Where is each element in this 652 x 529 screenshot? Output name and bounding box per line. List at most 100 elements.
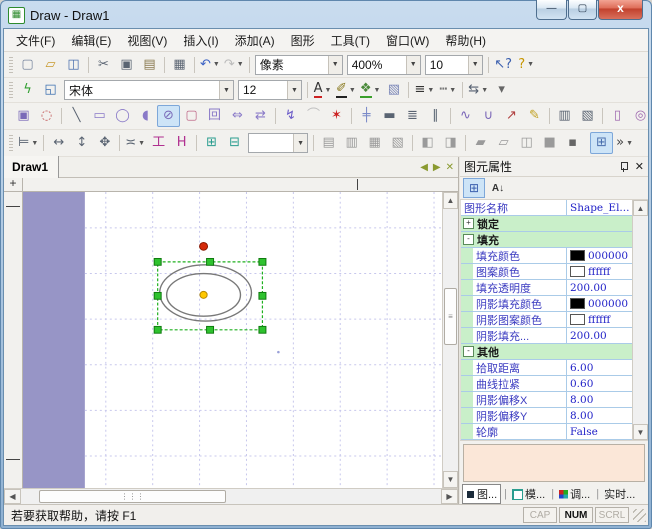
line-tool-button[interactable]: ╲ bbox=[65, 105, 88, 127]
panel-tab-3[interactable]: 调... bbox=[556, 485, 593, 503]
property-value[interactable]: 0.60 bbox=[566, 376, 633, 391]
horizontal-scrollbar[interactable]: ◀ ⋮⋮⋮ ▶ bbox=[4, 488, 458, 504]
group-button[interactable]: ⊞ bbox=[200, 132, 223, 154]
arc-connector-button[interactable]: ⌒ bbox=[302, 105, 325, 127]
pin-icon[interactable] bbox=[619, 161, 629, 172]
close-button[interactable]: x bbox=[598, 0, 643, 20]
handle-s[interactable] bbox=[207, 326, 214, 333]
shadow4-button[interactable]: ■ bbox=[538, 132, 561, 154]
tab-draw1[interactable]: Draw1 bbox=[4, 156, 59, 178]
more-dot-button[interactable]: ▪ bbox=[561, 132, 584, 154]
rotation-handle[interactable] bbox=[200, 242, 208, 250]
horizontal-scroll-thumb[interactable]: ⋮⋮⋮ bbox=[39, 490, 226, 503]
line-width-icon-caret[interactable]: ▼ bbox=[427, 87, 434, 94]
menu-item-1[interactable]: 文件(F) bbox=[8, 30, 63, 51]
align-icon-caret[interactable]: ▼ bbox=[31, 140, 38, 147]
open-button[interactable]: ▱ bbox=[39, 54, 62, 76]
handle-se[interactable] bbox=[259, 326, 266, 333]
handle-e[interactable] bbox=[259, 292, 266, 299]
property-value[interactable]: 6.00 bbox=[566, 360, 633, 375]
toolbar-grip[interactable] bbox=[9, 82, 13, 98]
line-color-button[interactable]: ✐▼ bbox=[334, 79, 358, 101]
overflow-chevron2-icon-caret[interactable]: ▼ bbox=[626, 140, 633, 147]
font-size-combo[interactable]: 12▼ bbox=[238, 80, 302, 100]
fill-color-icon-caret[interactable]: ▼ bbox=[374, 87, 381, 94]
property-value[interactable]: 8.00 bbox=[566, 408, 633, 423]
zoom-combo-dropdown-icon[interactable]: ▼ bbox=[406, 56, 420, 74]
toolbar-overflow-button[interactable]: ▾ bbox=[490, 79, 513, 101]
toolbar-grip[interactable] bbox=[9, 135, 13, 151]
property-value[interactable]: ffffff bbox=[566, 312, 633, 327]
parallel-lines-button[interactable]: ∥ bbox=[424, 105, 447, 127]
property-value[interactable]: False bbox=[566, 424, 633, 439]
split-button[interactable]: ╪ bbox=[355, 105, 378, 127]
same-height-button[interactable]: ↕ bbox=[70, 132, 93, 154]
help-button[interactable]: ?▼ bbox=[515, 54, 538, 76]
shadow3-button[interactable]: ◫ bbox=[515, 132, 538, 154]
ellipse-tool-button[interactable]: ⊘ bbox=[157, 105, 180, 127]
undo-icon-caret[interactable]: ▼ bbox=[213, 61, 220, 68]
pen-button[interactable]: ✎ bbox=[523, 105, 546, 127]
menu-item-5[interactable]: 添加(A) bbox=[227, 30, 283, 51]
menu-item-4[interactable]: 插入(I) bbox=[175, 30, 226, 51]
resize-grip[interactable] bbox=[633, 509, 646, 522]
connector-button[interactable]: ↯ bbox=[279, 105, 302, 127]
grid-size-combo[interactable]: 10▼ bbox=[425, 55, 483, 75]
layer-combo[interactable]: ▼ bbox=[248, 133, 308, 153]
handle-nw[interactable] bbox=[154, 258, 161, 265]
arrow-style-button[interactable]: ⇆▼ bbox=[466, 79, 490, 101]
redo-icon-caret[interactable]: ▼ bbox=[237, 61, 244, 68]
menu-item-7[interactable]: 工具(T) bbox=[323, 30, 378, 51]
arrow-style-icon-caret[interactable]: ▼ bbox=[481, 87, 488, 94]
menu-item-3[interactable]: 视图(V) bbox=[119, 30, 175, 51]
line-style-button[interactable]: ┅▼ bbox=[436, 79, 459, 101]
tab-scroll-left-icon[interactable]: ◀ bbox=[420, 162, 428, 173]
menu-item-9[interactable]: 帮助(H) bbox=[437, 30, 494, 51]
vertical-scroll-thumb[interactable]: ≡ bbox=[444, 288, 457, 345]
handle-n[interactable] bbox=[207, 258, 214, 265]
vertical-scrollbar[interactable]: ▲ ≡ ▼ bbox=[442, 192, 458, 488]
bring-front-button[interactable]: ▤ bbox=[317, 132, 340, 154]
property-value[interactable]: ffffff bbox=[566, 264, 633, 279]
flip-h-button[interactable]: ◧ bbox=[416, 132, 439, 154]
expander-icon[interactable]: - bbox=[463, 346, 474, 357]
sort-az-icon[interactable]: A↓ bbox=[487, 178, 509, 198]
help-icon-caret[interactable]: ▼ bbox=[527, 61, 534, 68]
layout1-button[interactable]: ▥ bbox=[553, 105, 576, 127]
distribute-icon-caret[interactable]: ▼ bbox=[138, 140, 145, 147]
panel-tab-4[interactable]: 实时... bbox=[601, 485, 638, 503]
distribute-button[interactable]: ≍▼ bbox=[123, 132, 147, 154]
fill-color-button[interactable]: ❖▼ bbox=[358, 79, 383, 101]
rect-tool-button[interactable]: ▭ bbox=[88, 105, 111, 127]
grid-scroll-up-icon[interactable]: ▲ bbox=[633, 200, 648, 216]
run-button[interactable]: ϟ bbox=[16, 79, 39, 101]
callout-round-button[interactable]: ◎ bbox=[629, 105, 652, 127]
paste-button[interactable]: ▤ bbox=[138, 54, 161, 76]
scroll-down-icon[interactable]: ▼ bbox=[443, 471, 458, 488]
new-button[interactable]: ▢ bbox=[16, 54, 39, 76]
property-value[interactable]: 8.00 bbox=[566, 392, 633, 407]
property-value[interactable]: Shape_El... bbox=[566, 200, 633, 215]
minimize-button[interactable]: — bbox=[536, 0, 567, 20]
categorized-view-icon[interactable]: ⊞ bbox=[463, 178, 485, 198]
ungroup-button[interactable]: ⊟ bbox=[223, 132, 246, 154]
freeform-button[interactable]: ∿ bbox=[454, 105, 477, 127]
ellipse-dashed-button[interactable]: ◌ bbox=[35, 105, 58, 127]
line-color-icon-caret[interactable]: ▼ bbox=[349, 87, 356, 94]
scroll-left-icon[interactable]: ◀ bbox=[4, 489, 21, 504]
send-back-button[interactable]: ▥ bbox=[340, 132, 363, 154]
polygon-tool-button[interactable]: ◯ bbox=[111, 105, 134, 127]
hspan-button[interactable]: H bbox=[170, 132, 193, 154]
title-bar[interactable]: ▦ Draw - Draw1 — ▢ x bbox=[3, 3, 649, 28]
panel-close-icon[interactable]: ✕ bbox=[635, 160, 644, 173]
panel-tab-2[interactable]: 模... bbox=[509, 485, 548, 503]
double-arrow-button[interactable]: ⇔ bbox=[226, 105, 249, 127]
snap-button[interactable]: ⊞ bbox=[590, 132, 613, 154]
panel-tab-1[interactable]: 图... bbox=[462, 484, 501, 504]
rotate-button[interactable]: ↗ bbox=[500, 105, 523, 127]
line-style-icon-caret[interactable]: ▼ bbox=[449, 87, 456, 94]
star-button[interactable]: ✶ bbox=[325, 105, 348, 127]
image-button[interactable]: ▧ bbox=[382, 79, 405, 101]
drawing-canvas[interactable] bbox=[23, 192, 442, 488]
handle-sw[interactable] bbox=[154, 326, 161, 333]
